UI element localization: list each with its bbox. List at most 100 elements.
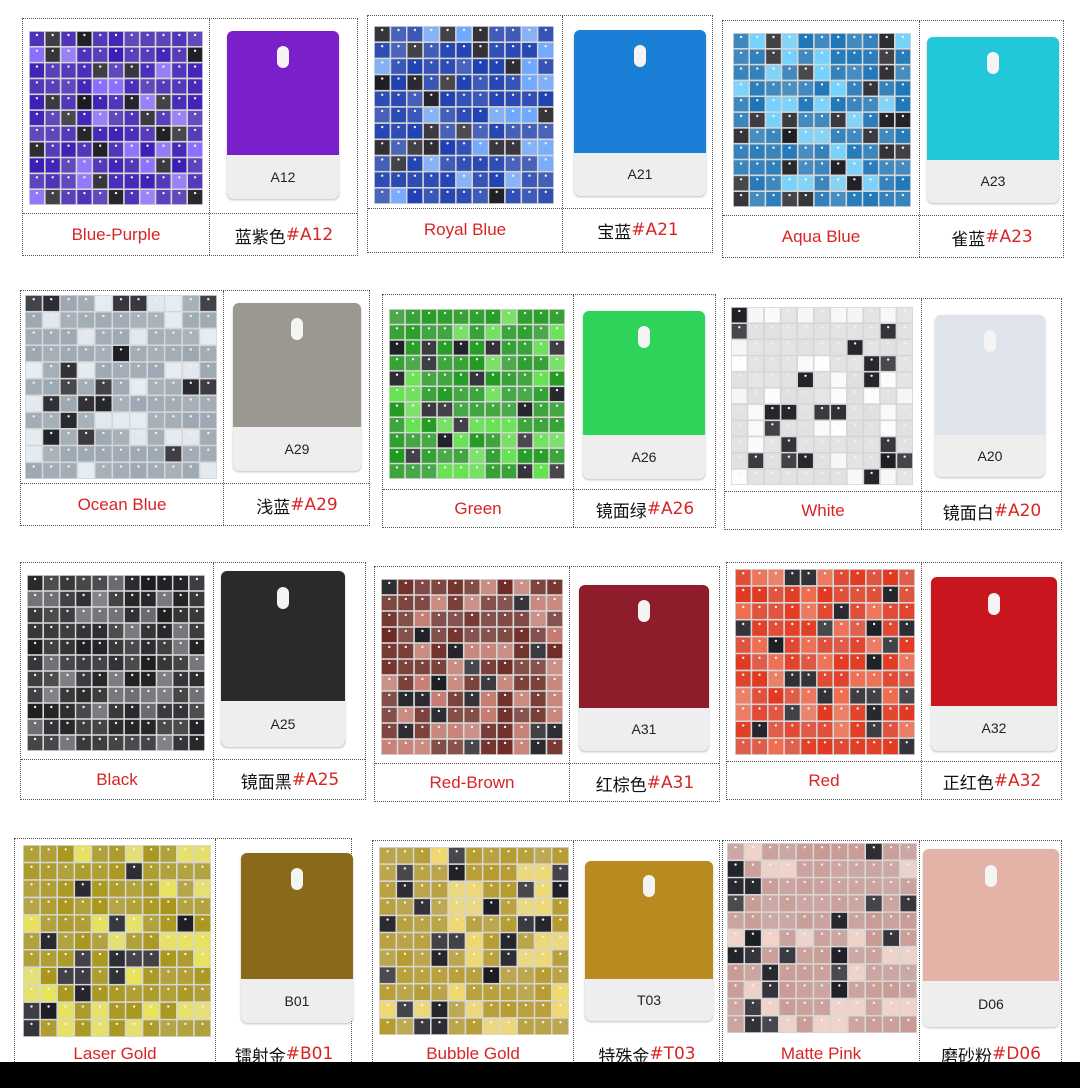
sequin-tile: [75, 1020, 91, 1037]
sequin-hole: [544, 158, 547, 161]
sequin-hole: [840, 588, 843, 592]
sequin-hole: [524, 901, 527, 904]
sequin-hole: [853, 146, 856, 149]
sequin-hole: [803, 863, 806, 866]
sequin-hole: [427, 311, 431, 315]
sequin-hole: [853, 342, 857, 345]
sequin-hole: [388, 581, 391, 585]
sequin-hole: [869, 162, 872, 165]
sequin-tile: [126, 1002, 142, 1019]
sample-code-label: A29: [233, 427, 361, 471]
sequin-hole: [553, 581, 556, 585]
sequin-hole: [437, 645, 441, 649]
sequin-hole: [470, 741, 474, 745]
sequin-hole: [50, 314, 53, 318]
sequin-hole: [184, 918, 187, 921]
sequin-hole: [838, 932, 841, 935]
sequin-hole: [495, 93, 498, 97]
sequin-hole: [403, 867, 407, 870]
sequin-hole: [386, 918, 389, 921]
sequin-hole: [772, 99, 775, 102]
sequin-hole: [147, 721, 150, 725]
sequin-hole: [32, 398, 35, 401]
sequin-hole: [470, 693, 474, 697]
sequin-hole: [905, 724, 908, 727]
sequin-hole: [132, 918, 136, 921]
sequin-hole: [511, 61, 515, 64]
sequin-hole: [114, 705, 118, 709]
sequin-hole: [438, 969, 441, 973]
sequin-hole: [446, 61, 449, 64]
color-name: Green: [454, 499, 502, 518]
sequin-hole: [889, 984, 893, 987]
sequin-hole: [131, 641, 134, 645]
sequin-hole: [553, 677, 556, 681]
sequin-hole: [430, 77, 433, 80]
sequin-hole: [64, 865, 67, 868]
sequin-hole: [472, 1003, 476, 1007]
sequin-hole: [430, 174, 433, 177]
sequin-hole: [807, 605, 810, 609]
color-sample-image: T03: [585, 861, 713, 1021]
sequin-hole: [67, 415, 70, 418]
sequin-hole: [869, 130, 872, 134]
sequin-hole: [820, 846, 824, 849]
sequin-hole: [507, 952, 510, 955]
sequin-tile: [75, 880, 91, 897]
sequin-tile: [784, 620, 800, 636]
sequin-hole: [443, 404, 447, 407]
sequin-hole: [455, 884, 458, 887]
sequin-hole: [146, 49, 149, 52]
sequin-hole: [381, 174, 384, 177]
sequin-hole: [403, 952, 407, 955]
sequin-hole: [544, 190, 547, 194]
sequin-hole: [524, 867, 527, 870]
sequin-hole: [774, 724, 778, 727]
sequin-hole: [154, 331, 158, 334]
sequin-hole: [102, 364, 105, 368]
sequin-hole: [495, 28, 498, 32]
sequin-tile: [883, 637, 898, 653]
sequin-hole: [411, 373, 415, 376]
sequin-hole: [131, 705, 134, 709]
sequin-tile: [143, 1002, 159, 1019]
sequin-hole: [537, 629, 540, 633]
sequin-hole: [66, 689, 69, 693]
sequin-hole: [738, 439, 741, 442]
sequin-hole: [758, 639, 761, 643]
sample-code-label: D06: [923, 980, 1059, 1027]
sequin-hole: [30, 1005, 33, 1008]
sequin-hole: [472, 918, 476, 921]
sequin-hole: [487, 709, 490, 713]
sequin-tile: [177, 950, 194, 967]
sequin-hole: [184, 952, 187, 956]
sequin-hole: [131, 721, 134, 725]
sequin-hole: [734, 915, 737, 918]
color-name: Red-Brown: [429, 773, 515, 792]
sequin-hole: [823, 605, 827, 609]
sequin-hole: [179, 641, 182, 645]
sequin-tile: [75, 915, 91, 932]
sequin-hole: [179, 705, 182, 709]
sequin-hole: [178, 97, 181, 100]
sequin-hole: [853, 423, 857, 426]
sequin-hole: [66, 657, 69, 661]
sequin-hole: [193, 49, 197, 52]
sequin-hole: [742, 707, 745, 710]
sequin-hole: [807, 673, 810, 676]
sequin-hole: [462, 174, 466, 177]
sequin-hole: [421, 645, 424, 649]
sample-code-label: A20: [935, 434, 1045, 477]
sequin-hole: [459, 466, 463, 469]
sequin-hole: [901, 193, 905, 197]
sequin-hole: [381, 109, 384, 113]
sequin-hole: [114, 65, 118, 68]
sequin-hole: [887, 374, 890, 377]
sequin-hole: [64, 848, 67, 851]
sequin-hole: [804, 99, 807, 102]
sequin-hole: [872, 863, 875, 866]
sequin-hole: [491, 419, 495, 423]
sequin-hole: [758, 707, 761, 710]
sequin-hole: [195, 737, 199, 741]
sequin-hole: [544, 125, 547, 129]
